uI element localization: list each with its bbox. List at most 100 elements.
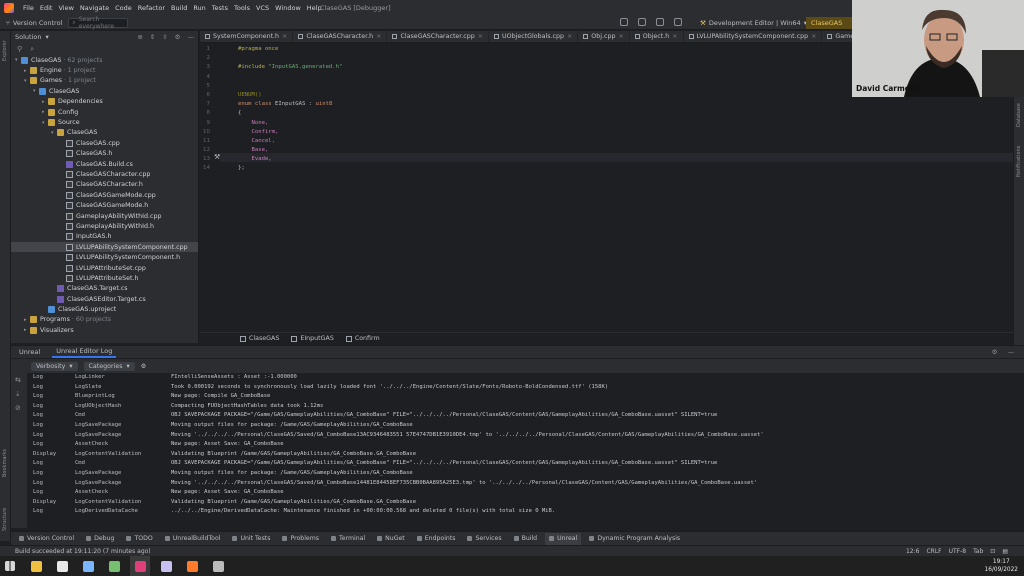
tree-item[interactable]: InputGAS.h (11, 232, 198, 242)
refresh-icon[interactable] (620, 18, 628, 26)
system-clock[interactable]: 19:17 16/09/2022 (985, 558, 1018, 574)
wrap-icon[interactable]: ⇆ (11, 373, 27, 387)
editor-tab[interactable]: ClaseGASCharacter.h × (293, 31, 388, 42)
editor-tab[interactable]: ClaseGASCharacter.cpp × (387, 31, 490, 42)
menu-item-file[interactable]: File (20, 4, 37, 12)
unreal-engine-2-icon[interactable] (78, 556, 98, 576)
settings-icon[interactable] (674, 18, 682, 26)
breadcrumb-file[interactable]: ClaseGAS (240, 335, 279, 342)
tree-item[interactable]: ▸ Dependencies (11, 97, 198, 107)
tab-unreal-editor-log[interactable]: Unreal Editor Log (52, 346, 117, 358)
tool-window-build[interactable]: Build (510, 533, 542, 545)
tree-item[interactable]: LVLUPAttributeSet.cpp (11, 263, 198, 273)
hammer-icon[interactable]: ⚒ (214, 153, 220, 161)
gear-icon[interactable]: ⚙ (992, 348, 998, 356)
lock-icon[interactable]: ⊡ (990, 548, 995, 555)
close-icon[interactable]: × (376, 33, 381, 40)
notepad-icon[interactable] (104, 556, 124, 576)
categories-select[interactable]: Categories ▾ (83, 361, 135, 371)
gear-icon[interactable]: ⚙ (141, 363, 147, 370)
tree-item[interactable]: ClaseGAS.cpp (11, 138, 198, 148)
indent-setting[interactable]: Tab (973, 548, 983, 555)
editor-tab[interactable]: LVLUPAbilitySystemComponent.cpp × (684, 31, 823, 42)
minimize-icon[interactable]: — (1008, 348, 1015, 356)
tree-item[interactable]: ClaseGASCharacter.h (11, 180, 198, 190)
editor-log[interactable]: Log LogLinker FIntelliSenseAssets : Asset … (27, 373, 1024, 528)
tree-item[interactable]: ▸ Engine · 1 project (11, 65, 198, 75)
explorer-side-tab[interactable]: Explorer (2, 40, 8, 61)
tree-item[interactable]: ▾ ClaseGAS · 62 projects (11, 55, 198, 65)
editor-tab[interactable]: Obj.cpp × (578, 31, 630, 42)
tree-item[interactable]: ClaseGASCharacter.cpp (11, 169, 198, 179)
tool-window-services[interactable]: Services (463, 533, 505, 545)
tree-item[interactable]: ClaseGAS.uproject (11, 304, 198, 314)
editor-tab[interactable]: Object.h × (630, 31, 684, 42)
filter-icon[interactable]: ⚲ (17, 45, 22, 53)
expand-icon[interactable]: ⇕ (150, 33, 155, 41)
tab-unreal[interactable]: Unreal (15, 347, 44, 357)
file-explorer-icon[interactable] (26, 556, 46, 576)
tree-item[interactable]: ▸ Programs · 60 projects (11, 315, 198, 325)
windows-start-icon[interactable] (0, 556, 20, 576)
minimize-icon[interactable]: — (188, 33, 195, 41)
scroll-end-icon[interactable]: ⇣ (11, 387, 27, 401)
close-icon[interactable]: × (282, 33, 287, 40)
tool-window-dynamic-program-analysis[interactable]: Dynamic Program Analysis (585, 533, 684, 545)
menu-item-run[interactable]: Run (190, 4, 208, 12)
database-side-tab[interactable]: Database (1016, 103, 1022, 127)
rider-icon[interactable] (130, 556, 150, 576)
tool-window-todo[interactable]: TODO (122, 533, 156, 545)
locate-icon[interactable]: ⊕ (137, 33, 142, 41)
gear-icon[interactable]: ⚙ (175, 33, 181, 41)
cursor-position[interactable]: 12:6 (906, 548, 919, 555)
editor-tab[interactable]: UObjectGlobals.cpp × (489, 31, 579, 42)
verbosity-select[interactable]: Verbosity ▾ (31, 361, 78, 371)
tool-window-problems[interactable]: Problems (278, 533, 323, 545)
tool-window-unreal[interactable]: Unreal (545, 532, 582, 545)
editor-tab[interactable]: SystemComponent.h × (200, 31, 294, 42)
tree-item[interactable]: LVLUPAttributeSet.h (11, 273, 198, 283)
menu-item-edit[interactable]: Edit (37, 4, 56, 12)
solution-view-select[interactable]: Solution (15, 33, 41, 41)
tree-item[interactable]: LVLUPAbilitySystemComponent.h (11, 252, 198, 262)
menu-item-refactor[interactable]: Refactor (135, 4, 168, 12)
structure-side-tab[interactable]: Structure (2, 508, 8, 531)
tree-item[interactable]: ▸ Config (11, 107, 198, 117)
notifications-side-tab[interactable]: Notifications (1016, 146, 1022, 177)
tool-window-unrealbuildtool[interactable]: UnrealBuildTool (161, 533, 225, 545)
breadcrumb-member[interactable]: Confirm (345, 335, 380, 342)
close-icon[interactable]: × (811, 33, 816, 40)
menu-item-tests[interactable]: Tests (209, 4, 231, 12)
obs-icon[interactable] (208, 556, 228, 576)
tool-window-terminal[interactable]: Terminal (327, 533, 369, 545)
close-icon[interactable]: × (478, 33, 483, 40)
menu-item-code[interactable]: Code (112, 4, 135, 12)
bookmarks-side-tab[interactable]: Bookmarks (2, 449, 8, 477)
tree-item[interactable]: GameplayAbilityWithId.cpp (11, 211, 198, 221)
tree-item[interactable]: ClaseGASGameMode.cpp (11, 190, 198, 200)
menu-item-window[interactable]: Window (272, 4, 304, 12)
tree-item[interactable]: ▸ Visualizers (11, 325, 198, 335)
version-control-button[interactable]: ⑂ Version Control (0, 17, 68, 29)
tool-window-unit-tests[interactable]: Unit Tests (228, 533, 274, 545)
search-icon[interactable]: ⌕ (30, 45, 34, 54)
unreal-engine-icon[interactable] (52, 556, 72, 576)
tree-item[interactable]: ▾ Source (11, 117, 198, 127)
clear-icon[interactable]: ⊘ (11, 401, 27, 415)
close-icon[interactable]: × (567, 33, 572, 40)
tree-item[interactable]: ▾ ClaseGAS (11, 86, 198, 96)
tree-item[interactable]: ClaseGASGameMode.h (11, 200, 198, 210)
editor-tab[interactable]: GameplayAbilityWithId.h× (822, 31, 852, 42)
tree-item[interactable]: ▾ ClaseGAS (11, 128, 198, 138)
collapse-icon[interactable]: ⇳ (162, 33, 167, 41)
tree-item[interactable]: ▾ Games · 1 project (11, 76, 198, 86)
tree-item[interactable]: LVLUPAbilitySystemComponent.cpp (11, 242, 198, 253)
close-icon[interactable]: × (618, 33, 623, 40)
menu-item-build[interactable]: Build (168, 4, 190, 12)
menu-item-vcs[interactable]: VCS (253, 4, 272, 12)
line-separator[interactable]: CRLF (926, 548, 941, 555)
breadcrumb-enum[interactable]: EInputGAS (291, 335, 334, 342)
build-config-select[interactable]: ⚒ Development Editor | Win64 ▾ (700, 17, 807, 29)
memory-icon[interactable]: ▤ (1002, 548, 1008, 555)
menu-item-tools[interactable]: Tools (231, 4, 253, 12)
